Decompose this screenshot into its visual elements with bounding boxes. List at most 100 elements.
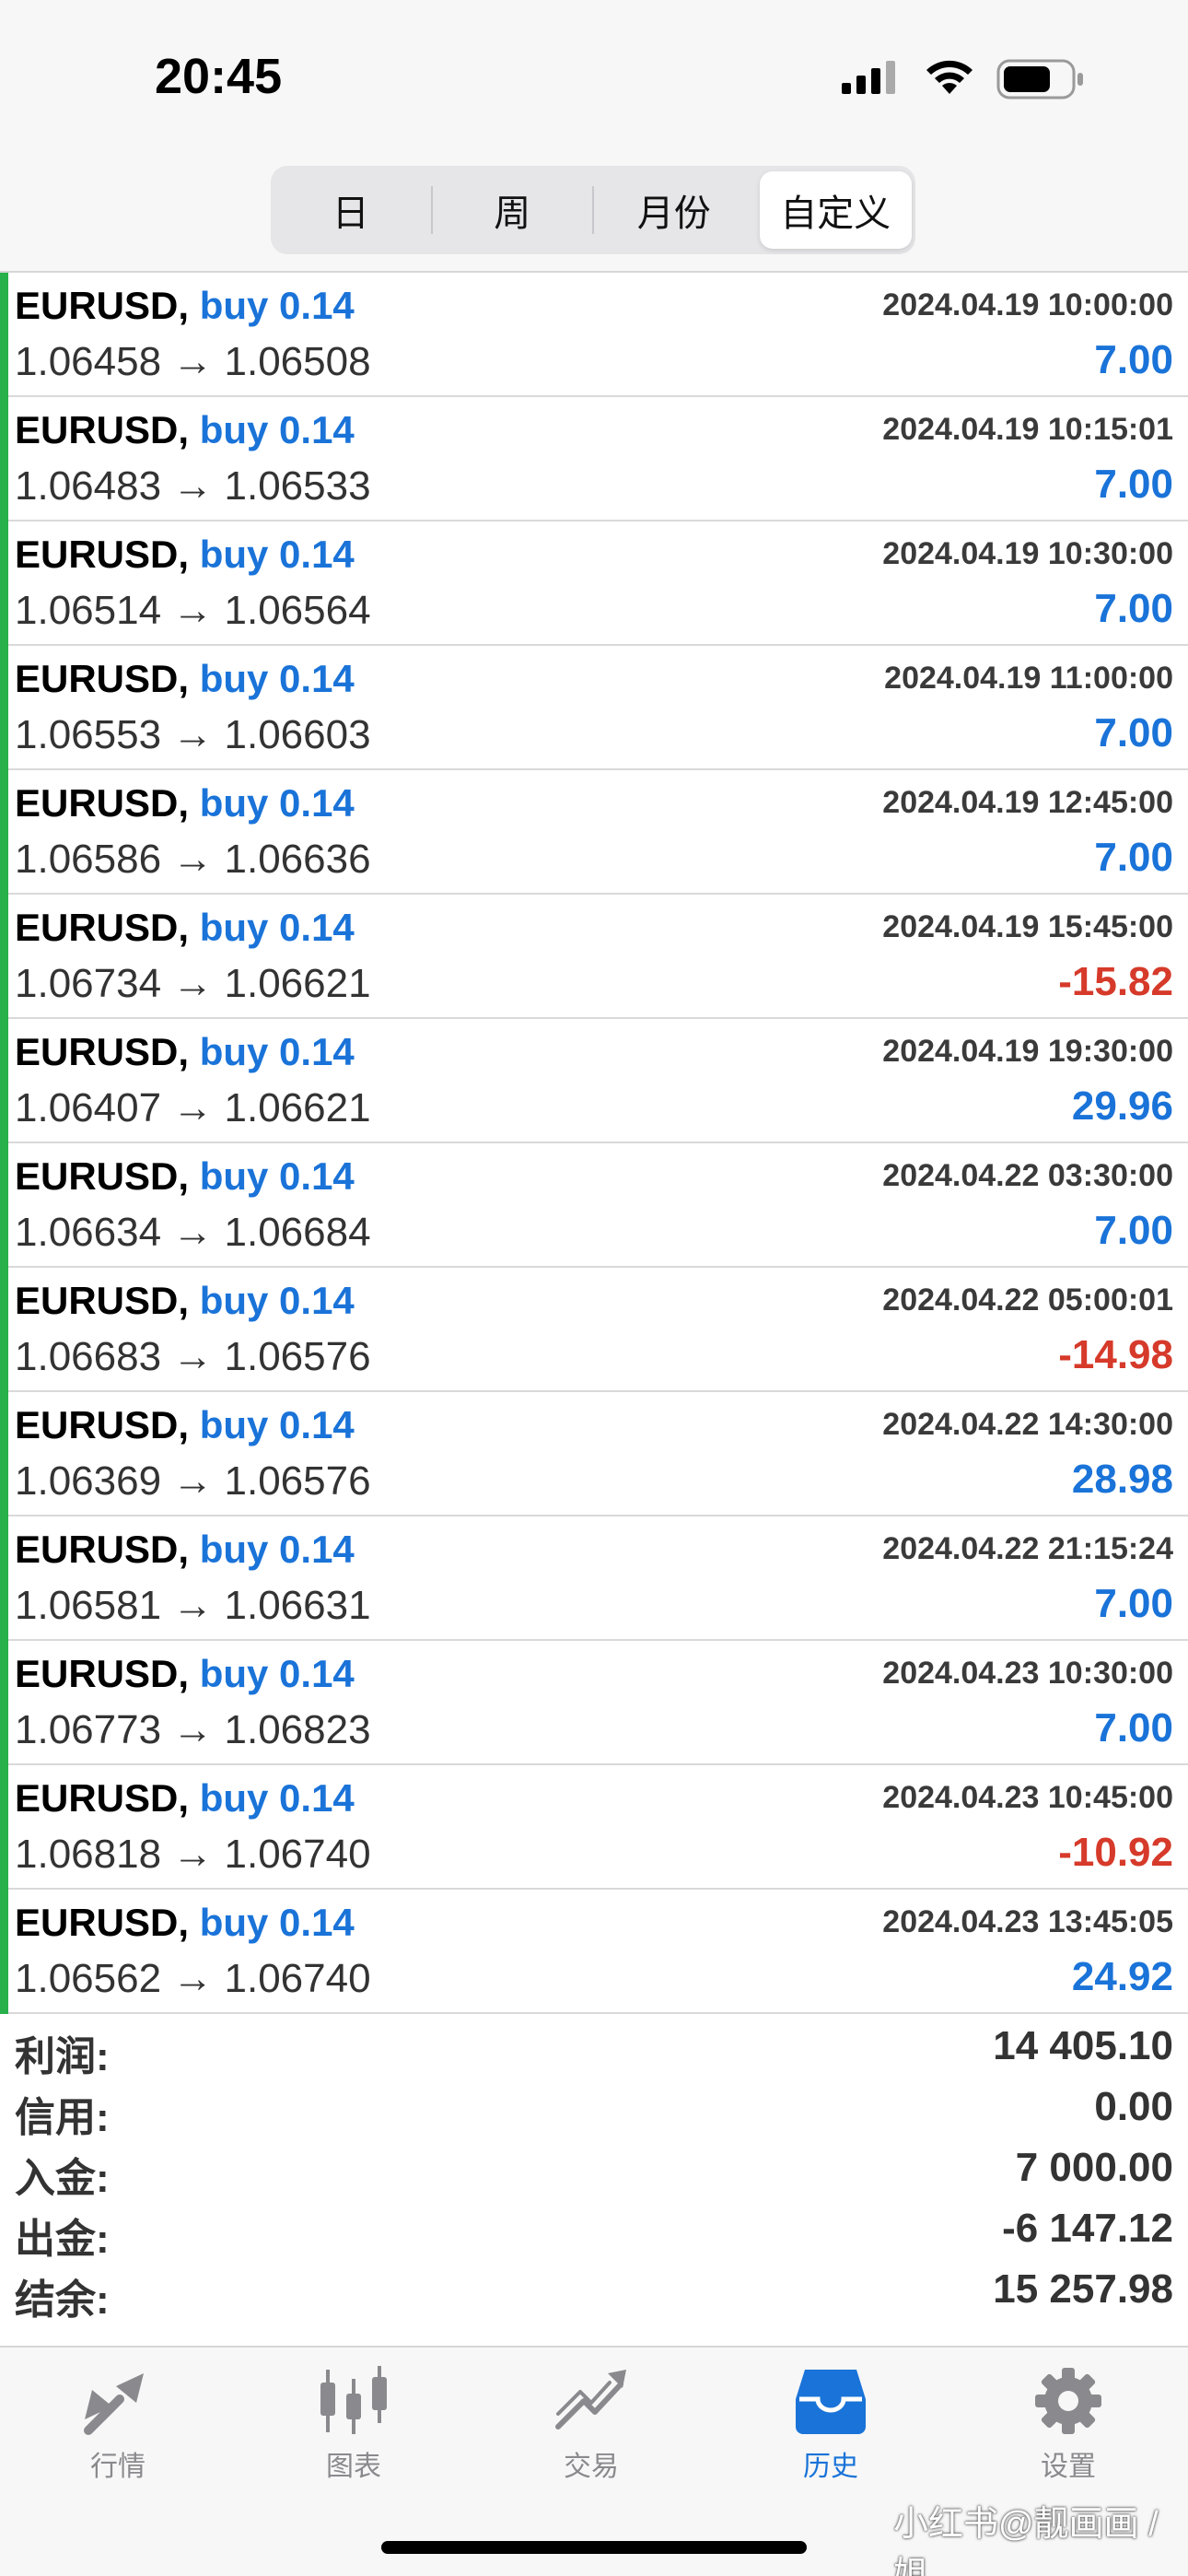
trade-prices: 1.06773 → 1.06823 bbox=[15, 1707, 371, 1752]
history-icon bbox=[796, 2370, 866, 2434]
trade-row[interactable]: EURUSD, buy 0.14 2024.04.19 10:00:00 1.064… bbox=[0, 273, 1188, 397]
account-summary: 利润: 14 405.10 信用: 0.00 入金: 7 000.00 出金: -6 147.… bbox=[0, 2018, 1188, 2346]
trade-title: EURUSD, buy 0.14 bbox=[15, 1403, 355, 1447]
home-indicator[interactable] bbox=[381, 2541, 807, 2554]
summary-label: 利润: bbox=[15, 2034, 110, 2079]
tab-label: 历史 bbox=[803, 2452, 858, 2482]
trade-side-volume: buy 0.14 bbox=[199, 1776, 355, 1820]
tab-chart[interactable]: 图表 bbox=[280, 2366, 427, 2504]
trade-row[interactable]: EURUSD, buy 0.14 2024.04.19 15:45:00 1.067… bbox=[0, 895, 1188, 1019]
trade-side-volume: buy 0.14 bbox=[199, 1652, 355, 1695]
trade-side-volume: buy 0.14 bbox=[199, 1279, 355, 1322]
trade-side-volume: buy 0.14 bbox=[199, 1528, 355, 1571]
trade-symbol: EURUSD, bbox=[15, 1279, 190, 1322]
trade-time: 2024.04.19 10:15:01 bbox=[882, 412, 1173, 447]
trade-prices: 1.06514 → 1.06564 bbox=[15, 588, 371, 633]
trade-profit: 7.00 bbox=[1094, 1208, 1173, 1253]
trade-title: EURUSD, buy 0.14 bbox=[15, 1652, 355, 1696]
trade-profit: 7.00 bbox=[1094, 710, 1173, 755]
trade-row[interactable]: EURUSD, buy 0.14 2024.04.22 05:00:01 1.066… bbox=[0, 1268, 1188, 1392]
trade-title: EURUSD, buy 0.14 bbox=[15, 1279, 355, 1323]
trade-row[interactable]: EURUSD, buy 0.14 2024.04.22 14:30:00 1.063… bbox=[0, 1392, 1188, 1516]
wifi-icon bbox=[926, 60, 973, 94]
trade-symbol: EURUSD, bbox=[15, 1652, 190, 1695]
trade-prices: 1.06586 → 1.06636 bbox=[15, 837, 371, 882]
trade-profit: 7.00 bbox=[1094, 462, 1173, 507]
trade-row[interactable]: EURUSD, buy 0.14 2024.04.23 10:30:00 1.067… bbox=[0, 1641, 1188, 1765]
trade-symbol: EURUSD, bbox=[15, 408, 190, 451]
trade-prices: 1.06562 → 1.06740 bbox=[15, 1956, 371, 2001]
trade-history-list: EURUSD, buy 0.14 2024.04.19 10:00:00 1.064… bbox=[0, 271, 1188, 2014]
trade-profit: -14.98 bbox=[1058, 1332, 1173, 1377]
tab-trade[interactable]: 交易 bbox=[518, 2366, 665, 2504]
segment-3[interactable]: 自定义 bbox=[759, 171, 912, 249]
summary-value: -6 147.12 bbox=[1002, 2206, 1173, 2251]
trade-profit: 7.00 bbox=[1094, 337, 1173, 382]
trade-row[interactable]: EURUSD, buy 0.14 2024.04.22 03:30:00 1.066… bbox=[0, 1143, 1188, 1268]
status-time: 20:45 bbox=[155, 49, 283, 104]
segment-divider bbox=[430, 186, 433, 234]
trade-prices: 1.06683 → 1.06576 bbox=[15, 1334, 371, 1379]
trade-prices: 1.06581 → 1.06631 bbox=[15, 1583, 371, 1628]
trade-row[interactable]: EURUSD, buy 0.14 2024.04.19 11:00:00 1.065… bbox=[0, 646, 1188, 770]
trade-profit: -10.92 bbox=[1058, 1830, 1173, 1875]
app-root: 20:45 日周月份 自定义 EURUSD, buy 0.14 2024.04.19… bbox=[0, 0, 1188, 2576]
trade-symbol: EURUSD, bbox=[15, 1403, 190, 1446]
trade-time: 2024.04.23 13:45:05 bbox=[882, 1904, 1173, 1939]
trade-icon bbox=[555, 2370, 626, 2430]
trade-row[interactable]: EURUSD, buy 0.14 2024.04.22 21:15:24 1.065… bbox=[0, 1516, 1188, 1641]
summary-label: 出金: bbox=[15, 2217, 110, 2262]
trade-row[interactable]: EURUSD, buy 0.14 2024.04.19 12:45:00 1.065… bbox=[0, 770, 1188, 895]
summary-label: 信用: bbox=[15, 2095, 110, 2140]
summary-row: 出金: -6 147.12 bbox=[0, 2200, 1188, 2262]
trade-row[interactable]: EURUSD, buy 0.14 2024.04.19 10:30:00 1.065… bbox=[0, 521, 1188, 646]
segment-2[interactable]: 月份 bbox=[598, 171, 751, 249]
summary-label: 结余: bbox=[15, 2277, 110, 2323]
trade-symbol: EURUSD, bbox=[15, 1154, 190, 1198]
trade-symbol: EURUSD, bbox=[15, 657, 190, 700]
summary-row: 结余: 15 257.98 bbox=[0, 2261, 1188, 2323]
period-selector-bar: 日周月份 自定义 bbox=[0, 157, 1188, 271]
trade-title: EURUSD, buy 0.14 bbox=[15, 533, 355, 577]
cellular-signal-icon bbox=[842, 61, 895, 94]
trade-symbol: EURUSD, bbox=[15, 1901, 190, 1944]
tab-label: 设置 bbox=[1041, 2452, 1096, 2482]
trade-profit: 29.96 bbox=[1071, 1083, 1173, 1129]
summary-label: 入金: bbox=[15, 2156, 110, 2201]
trade-time: 2024.04.19 19:30:00 bbox=[882, 1034, 1173, 1069]
trade-prices: 1.06458 → 1.06508 bbox=[15, 339, 371, 384]
tab-history[interactable]: 历史 bbox=[757, 2366, 904, 2504]
summary-row: 入金: 7 000.00 bbox=[0, 2139, 1188, 2201]
segment-divider bbox=[592, 186, 594, 234]
trade-row[interactable]: EURUSD, buy 0.14 2024.04.19 10:15:01 1.064… bbox=[0, 397, 1188, 521]
trade-time: 2024.04.19 11:00:00 bbox=[884, 661, 1173, 696]
segment-0[interactable]: 日 bbox=[274, 171, 427, 249]
trade-time: 2024.04.23 10:45:00 bbox=[882, 1780, 1173, 1815]
trade-symbol: EURUSD, bbox=[15, 1030, 190, 1073]
summary-row: 信用: 0.00 bbox=[0, 2078, 1188, 2140]
summary-value: 7 000.00 bbox=[1015, 2145, 1173, 2190]
trade-side-volume: buy 0.14 bbox=[199, 284, 355, 327]
trade-title: EURUSD, buy 0.14 bbox=[15, 1154, 355, 1199]
trade-prices: 1.06483 → 1.06533 bbox=[15, 463, 371, 509]
trade-side-volume: buy 0.14 bbox=[199, 1154, 355, 1198]
trade-side-volume: buy 0.14 bbox=[199, 906, 355, 949]
trade-profit: -15.82 bbox=[1058, 959, 1173, 1004]
trade-title: EURUSD, buy 0.14 bbox=[15, 781, 355, 825]
trade-row[interactable]: EURUSD, buy 0.14 2024.04.23 10:45:00 1.068… bbox=[0, 1765, 1188, 1890]
trade-title: EURUSD, buy 0.14 bbox=[15, 284, 355, 328]
trade-time: 2024.04.19 10:30:00 bbox=[882, 536, 1173, 571]
trade-row[interactable]: EURUSD, buy 0.14 2024.04.19 19:30:00 1.064… bbox=[0, 1019, 1188, 1143]
trade-profit: 7.00 bbox=[1094, 835, 1173, 880]
trade-symbol: EURUSD, bbox=[15, 1776, 190, 1820]
trade-side-volume: buy 0.14 bbox=[199, 533, 355, 576]
trade-time: 2024.04.22 21:15:24 bbox=[882, 1531, 1173, 1566]
trade-row[interactable]: EURUSD, buy 0.14 2024.04.23 13:45:05 1.065… bbox=[0, 1890, 1188, 2014]
trade-side-volume: buy 0.14 bbox=[199, 408, 355, 451]
tab-quotes[interactable]: 行情 bbox=[44, 2366, 192, 2504]
tab-settings[interactable]: 设置 bbox=[995, 2366, 1142, 2504]
trade-symbol: EURUSD, bbox=[15, 284, 190, 327]
trade-prices: 1.06407 → 1.06621 bbox=[15, 1085, 371, 1130]
segment-1[interactable]: 周 bbox=[437, 171, 589, 249]
trade-prices: 1.06369 → 1.06576 bbox=[15, 1458, 371, 1504]
